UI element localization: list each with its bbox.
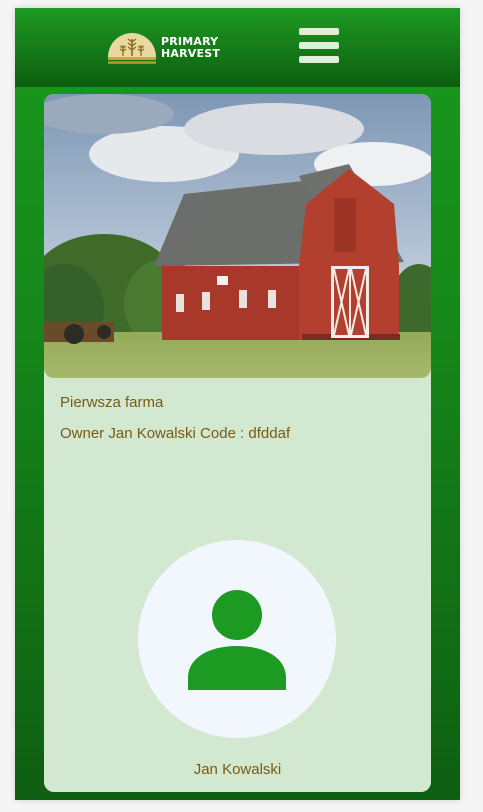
menu-bar-top (299, 28, 339, 35)
top-bar: PRIMARY HARVEST (15, 8, 460, 87)
brand-logo[interactable]: PRIMARY HARVEST (107, 30, 233, 66)
menu-bar-middle (299, 42, 339, 49)
hamburger-menu-icon[interactable] (299, 28, 339, 64)
wheat-field-emblem-icon (108, 33, 156, 64)
owner-avatar[interactable] (138, 540, 336, 738)
farm-card[interactable]: Pierwsza farma Owner Jan Kowalski Code :… (44, 94, 431, 792)
user-avatar-icon (188, 590, 286, 690)
farm-name: Pierwsza farma (60, 394, 164, 411)
app-frame: PRIMARY HARVEST Pierwsza farma Owner Jan… (15, 8, 460, 800)
brand-name: PRIMARY HARVEST (161, 36, 220, 60)
barn-photo (44, 94, 431, 378)
menu-bar-bottom (299, 56, 339, 63)
owner-name: Jan Kowalski (193, 761, 282, 778)
owner-code-text: Owner Jan Kowalski Code : dfddaf (60, 425, 291, 442)
brand-line-2: HARVEST (161, 47, 221, 60)
